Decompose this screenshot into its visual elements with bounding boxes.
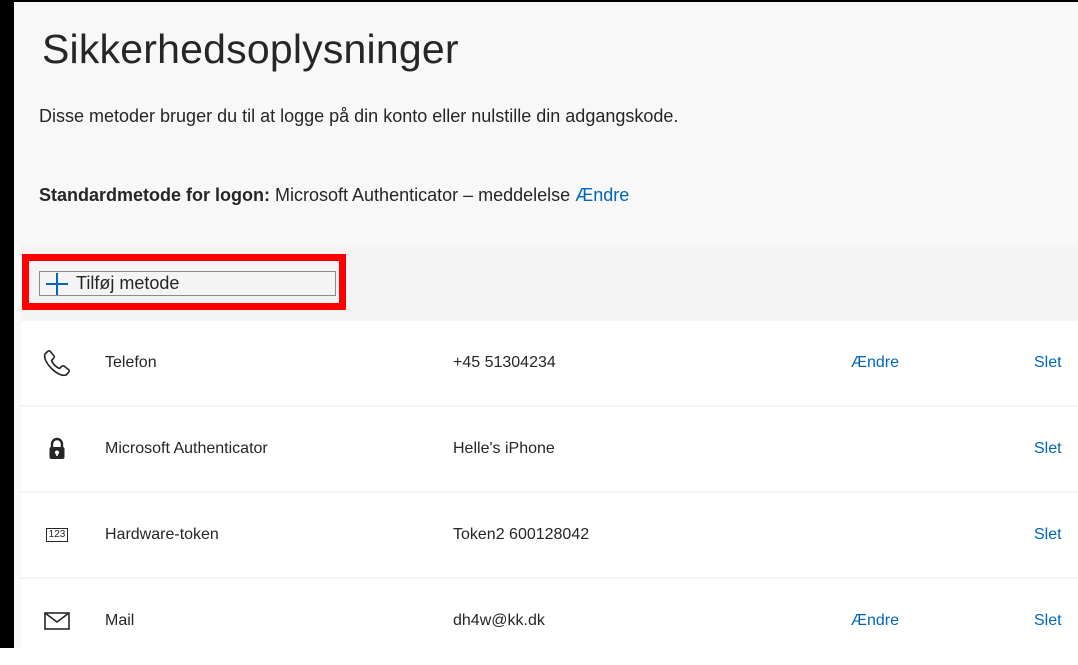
add-method-button[interactable]: Tilføj metode xyxy=(22,254,346,310)
method-detail: dh4w@kk.dk xyxy=(453,612,545,629)
authenticator-lock-icon xyxy=(41,433,73,465)
method-detail: Helle's iPhone xyxy=(453,440,555,457)
method-row-mail: Mail dh4w@kk.dk Ændre Slet xyxy=(21,579,1078,663)
delete-phone-link[interactable]: Slet xyxy=(1034,354,1062,372)
default-method-line: Standardmetode for logon: Microsoft Auth… xyxy=(39,185,629,206)
plus-icon xyxy=(46,272,68,295)
default-method-label: Standardmetode for logon: xyxy=(39,185,270,205)
hardware-token-icon: 123 xyxy=(41,519,73,551)
hardware-token-icon-text: 123 xyxy=(45,528,69,542)
add-method-inner[interactable]: Tilføj metode xyxy=(39,271,336,296)
default-method-value: Microsoft Authenticator – meddelelse xyxy=(275,185,571,205)
method-detail: +45 51304234 xyxy=(453,354,556,371)
methods-list: Telefon +45 51304234 Ændre Slet Microsof… xyxy=(21,321,1078,665)
method-row-phone: Telefon +45 51304234 Ændre Slet xyxy=(21,321,1078,405)
change-mail-link[interactable]: Ændre xyxy=(851,612,899,630)
add-method-label: Tilføj metode xyxy=(76,273,180,293)
page-title: Sikkerhedsoplysninger xyxy=(42,26,459,72)
page-subtitle: Disse metoder bruger du til at logge på … xyxy=(39,106,679,126)
change-default-method-link[interactable]: Ændre xyxy=(575,185,629,205)
method-name: Hardware-token xyxy=(105,526,219,543)
method-row-hardware-token: 123 Hardware-token Token2 600128042 Slet xyxy=(21,493,1078,577)
method-name: Microsoft Authenticator xyxy=(105,440,268,457)
delete-mail-link[interactable]: Slet xyxy=(1034,612,1062,630)
method-row-authenticator: Microsoft Authenticator Helle's iPhone S… xyxy=(21,407,1078,491)
method-detail: Token2 600128042 xyxy=(453,526,590,543)
mail-icon xyxy=(41,605,73,637)
change-phone-link[interactable]: Ændre xyxy=(851,354,899,372)
delete-hardware-token-link[interactable]: Slet xyxy=(1034,526,1062,544)
phone-icon xyxy=(41,347,73,379)
method-name: Telefon xyxy=(105,354,157,371)
delete-authenticator-link[interactable]: Slet xyxy=(1034,440,1062,458)
method-name: Mail xyxy=(105,612,135,629)
